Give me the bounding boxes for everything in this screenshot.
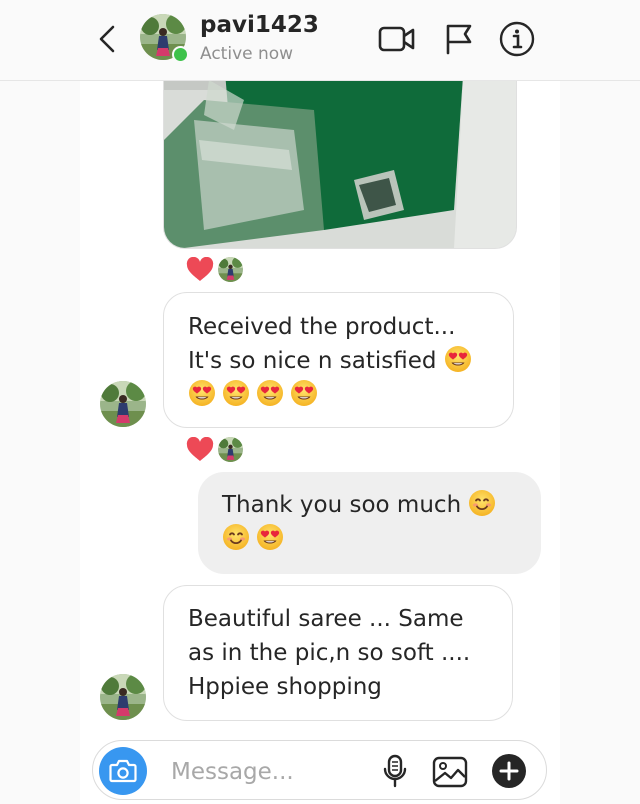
reactor-avatar (217, 256, 244, 283)
heart-eyes-emoji (256, 379, 284, 407)
sender-avatar[interactable] (100, 381, 146, 427)
smiling-face-emoji (222, 523, 250, 551)
back-button[interactable] (92, 22, 122, 56)
heart-eyes-emoji (222, 379, 250, 407)
image-message[interactable] (163, 60, 517, 249)
header-status: Active now (200, 44, 294, 64)
chat-header: pavi1423 Active now (0, 0, 640, 81)
video-call-icon (378, 26, 415, 52)
message-text: It's so nice n satisfied (188, 348, 437, 374)
report-button[interactable] (440, 20, 478, 58)
heart-eyes-emoji (188, 379, 216, 407)
saree-photo (164, 60, 516, 248)
message-composer (92, 740, 547, 800)
message-input[interactable] (169, 755, 363, 789)
right-gutter (560, 0, 640, 804)
message-bubble-received[interactable]: Received the product... It's so nice n s… (163, 292, 514, 428)
header-username[interactable]: pavi1423 (200, 12, 319, 38)
info-button[interactable] (498, 20, 536, 58)
message-line: It's so nice n satisfied (188, 344, 489, 378)
message-text: Thank you soo much (222, 492, 462, 518)
emoji-line (188, 378, 489, 412)
reactions-2[interactable] (186, 436, 244, 463)
left-gutter (0, 0, 80, 804)
heart-icon (186, 257, 214, 281)
flag-icon (446, 24, 472, 55)
message-line: Thank you soo much (222, 488, 517, 522)
emoji-line (222, 522, 517, 556)
gallery-icon (432, 756, 468, 788)
camera-button[interactable] (99, 747, 147, 795)
message-line: as in the pic,n so soft .... (188, 640, 471, 666)
gallery-button[interactable] (432, 753, 468, 789)
info-icon (499, 21, 535, 57)
microphone-icon (383, 754, 407, 788)
more-options-button[interactable] (491, 753, 527, 789)
smiling-face-emoji (468, 489, 496, 517)
message-bubble-sent[interactable]: Thank you soo much (198, 472, 541, 574)
heart-icon (186, 437, 214, 461)
message-line: Hppiee shopping (188, 674, 382, 700)
heart-eyes-emoji (256, 523, 284, 551)
camera-icon (109, 759, 137, 783)
heart-eyes-emoji (444, 345, 472, 373)
video-call-button[interactable] (378, 20, 416, 58)
sender-avatar[interactable] (100, 674, 146, 720)
reactions-1[interactable] (186, 256, 244, 283)
reactor-avatar (217, 436, 244, 463)
add-icon (492, 754, 526, 788)
online-indicator (172, 46, 189, 63)
message-line: Beautiful saree ... Same (188, 606, 464, 632)
heart-eyes-emoji (290, 379, 318, 407)
voice-message-button[interactable] (377, 753, 413, 789)
back-chevron-icon (99, 25, 115, 53)
message-bubble-received[interactable]: Beautiful saree ... Same as in the pic,n… (163, 585, 513, 721)
message-line: Received the product... (188, 314, 456, 340)
